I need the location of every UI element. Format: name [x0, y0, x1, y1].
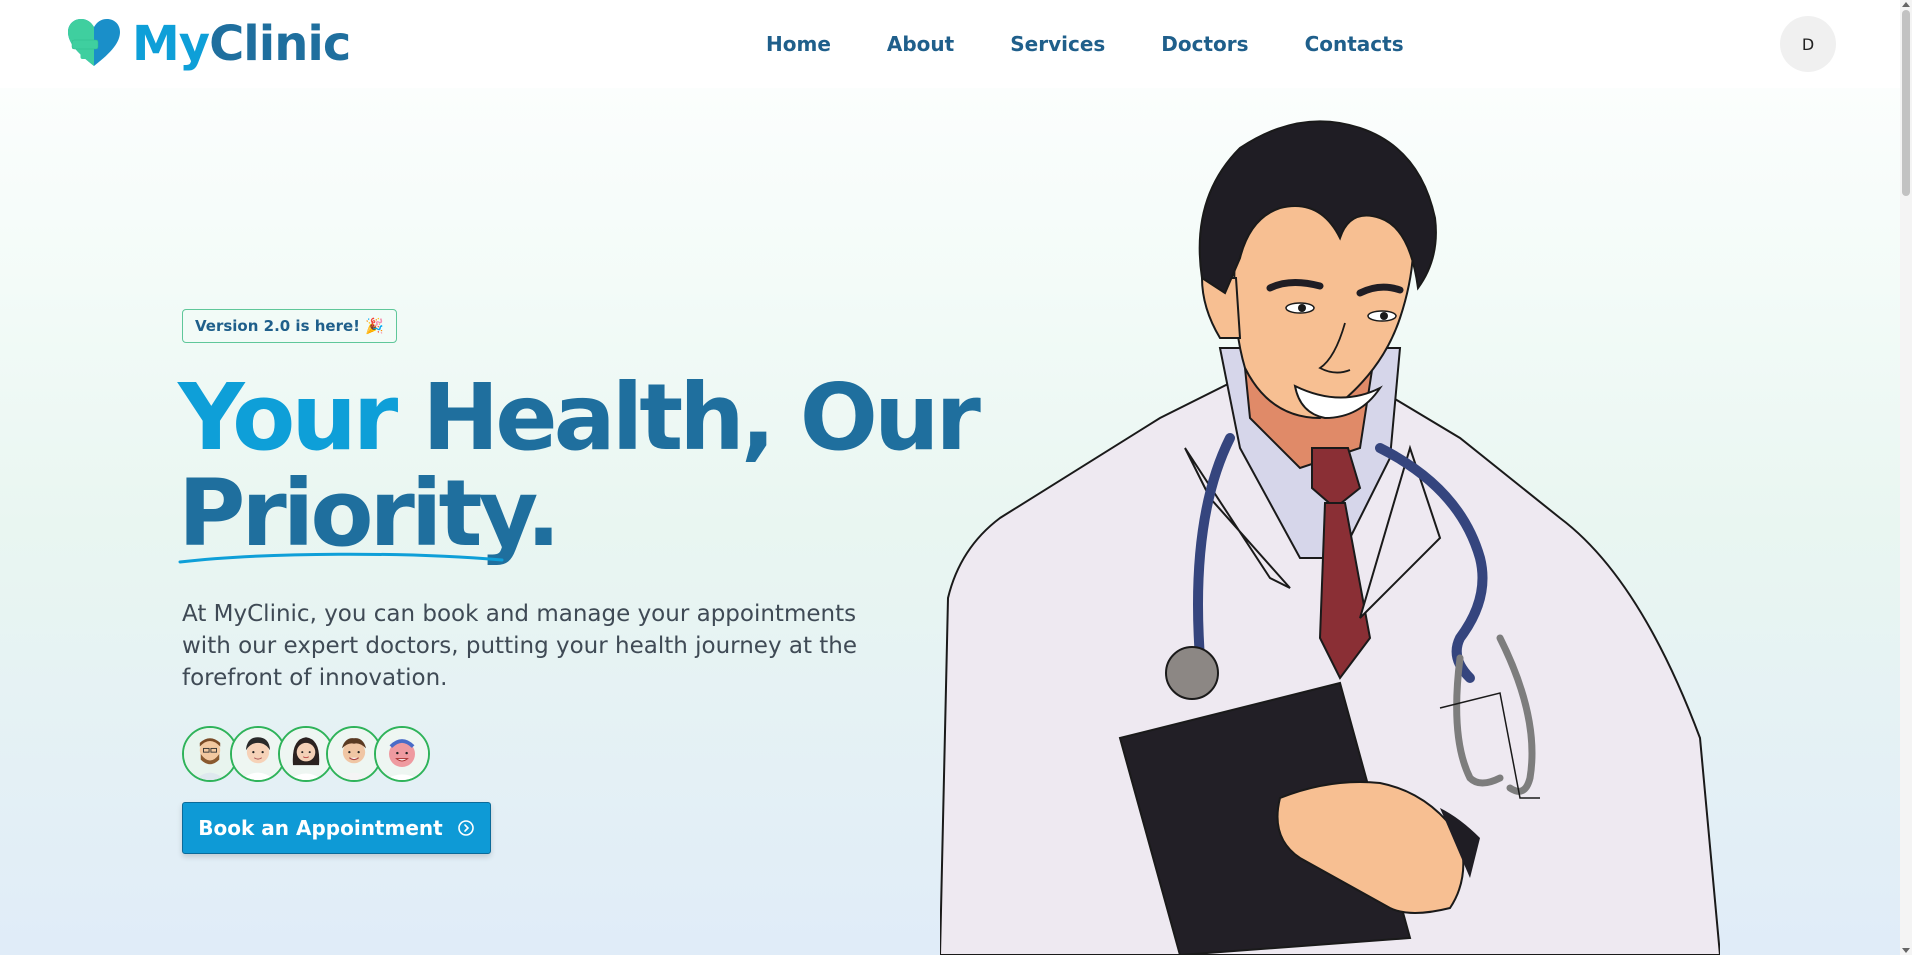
hero-description: At MyClinic, you can book and manage you…: [182, 601, 858, 691]
headline-your: Your: [178, 364, 423, 471]
doctor-avatars: [182, 726, 430, 782]
version-badge: Version 2.0 is here! 🎉: [182, 309, 397, 343]
user-avatar-button[interactable]: D: [1780, 16, 1836, 72]
headline-health-our: Health, Our: [422, 364, 981, 471]
doctor-illustration: [940, 120, 1720, 955]
hero-headline: Your Health, Our Priority.: [178, 370, 981, 564]
brand-name: MyClinic: [132, 16, 351, 72]
main-nav: Home About Services Doctors Contacts: [766, 32, 1460, 56]
chevron-circle-right-icon: [457, 820, 474, 836]
page-scrollbar[interactable]: [1900, 0, 1912, 955]
heart-cross-logo-icon: [68, 19, 120, 66]
doctor-avatar-5: [374, 726, 430, 782]
brand-suffix: Clinic: [209, 16, 351, 72]
nav-doctors[interactable]: Doctors: [1161, 32, 1248, 56]
book-appointment-button[interactable]: Book an Appointment: [182, 802, 491, 854]
scroll-thumb[interactable]: [1902, 10, 1910, 196]
nav-home[interactable]: Home: [766, 32, 831, 56]
scroll-down-icon[interactable]: [1902, 948, 1910, 953]
nav-about[interactable]: About: [887, 32, 954, 56]
headline-underline: [178, 552, 504, 564]
nav-contacts[interactable]: Contacts: [1305, 32, 1404, 56]
brand-prefix: My: [132, 16, 210, 72]
headline-priority-wrap: Priority.: [178, 466, 561, 564]
navbar: MyClinic Home About Services Doctors Con…: [0, 0, 1900, 88]
book-appointment-label: Book an Appointment: [198, 816, 443, 840]
logo[interactable]: MyClinic: [66, 16, 351, 72]
scroll-up-icon[interactable]: [1902, 2, 1910, 7]
nav-services[interactable]: Services: [1010, 32, 1105, 56]
